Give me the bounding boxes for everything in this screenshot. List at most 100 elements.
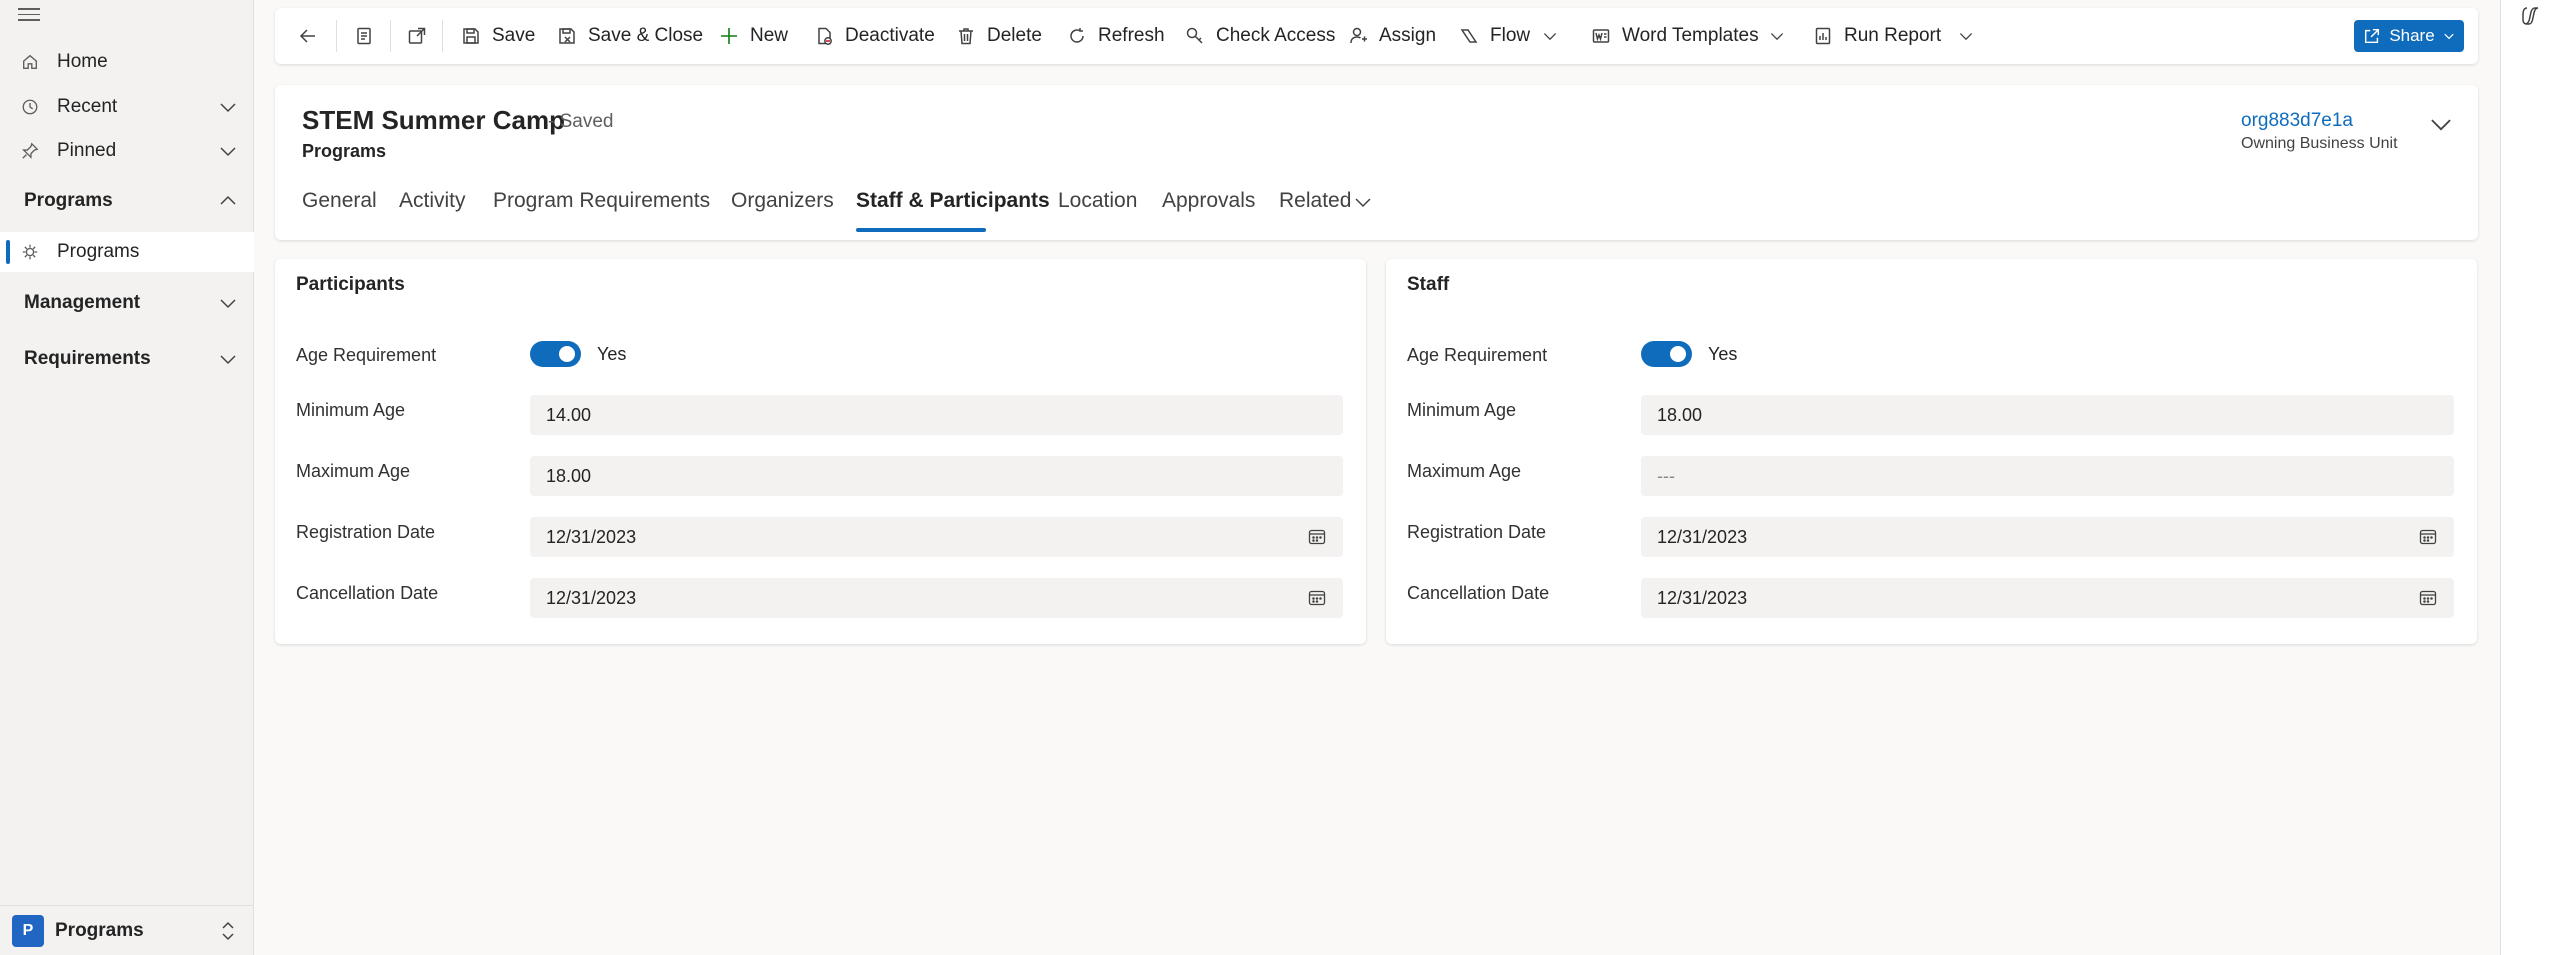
save-close-icon <box>556 25 578 47</box>
flow-button[interactable]: Flow <box>1458 8 1530 64</box>
share-label: Share <box>2389 26 2435 45</box>
tab-related[interactable]: Related <box>1279 189 1351 213</box>
chevron-down-icon[interactable] <box>1353 192 1373 212</box>
field-label: Maximum Age <box>296 461 411 481</box>
chevron-up-icon[interactable] <box>218 191 238 211</box>
registration-date-input[interactable]: 12/31/2023 <box>1641 517 2454 557</box>
area-switcher[interactable]: P Programs <box>0 905 254 955</box>
chevron-down-icon <box>1539 25 1561 47</box>
refresh-button[interactable]: Refresh <box>1066 8 1165 64</box>
open-new-window-icon <box>406 25 428 47</box>
minimum-age-input[interactable]: 18.00 <box>1641 395 2454 435</box>
run-report-label: Run Report <box>1844 25 1942 46</box>
sidebar-item-pinned[interactable]: Pinned <box>0 131 254 171</box>
flow-label: Flow <box>1490 25 1531 46</box>
save-label: Save <box>492 25 536 46</box>
copilot-icon[interactable] <box>2520 5 2542 27</box>
form-view-button[interactable] <box>353 8 375 64</box>
field-label: Minimum Age <box>1407 400 1517 420</box>
nav-group-requirements[interactable]: Requirements <box>0 339 254 379</box>
sidebar-item-label: Programs <box>57 241 140 262</box>
open-new-window-button[interactable] <box>406 8 428 64</box>
sidebar-item-recent[interactable]: Recent <box>0 87 254 127</box>
back-button[interactable] <box>297 8 319 64</box>
chevron-down-icon[interactable] <box>218 141 238 161</box>
section-title: Staff <box>1407 274 1450 295</box>
maximum-age-input[interactable]: 18.00 <box>530 456 1343 496</box>
deactivate-button[interactable]: Deactivate <box>813 8 935 64</box>
chevron-up-down-icon[interactable] <box>218 918 238 944</box>
calendar-icon[interactable] <box>2418 588 2438 608</box>
key-icon <box>1184 25 1206 47</box>
field-label: Minimum Age <box>296 400 406 420</box>
section-title: Participants <box>296 274 405 295</box>
tab-activity[interactable]: Activity <box>399 189 466 213</box>
tab-program-requirements[interactable]: Program Requirements <box>493 189 710 213</box>
chevron-down-icon[interactable] <box>2428 111 2454 137</box>
delete-button[interactable]: Delete <box>955 8 1042 64</box>
assign-button[interactable]: Assign <box>1347 8 1436 64</box>
right-rail <box>2500 0 2560 955</box>
area-badge: P <box>12 914 44 947</box>
run-report-dropdown-button[interactable] <box>1955 8 1977 64</box>
new-button[interactable]: New <box>718 8 788 64</box>
nav-group-label: Requirements <box>24 348 151 369</box>
back-arrow-icon <box>297 25 319 47</box>
field-label: Maximum Age <box>1407 461 1522 481</box>
participants-section: Participants Age Requirement Yes Minimum… <box>275 259 1366 644</box>
chevron-down-icon[interactable] <box>218 293 238 313</box>
sidebar-item-label: Pinned <box>57 140 117 161</box>
tab-approvals[interactable]: Approvals <box>1162 189 1255 213</box>
record-title: STEM Summer Camp <box>302 105 565 135</box>
run-report-button[interactable]: Run Report <box>1812 8 1941 64</box>
cancellation-date-input[interactable]: 12/31/2023 <box>1641 578 2454 618</box>
save-close-button[interactable]: Save & Close <box>556 8 703 64</box>
chevron-down-icon[interactable] <box>218 97 238 117</box>
home-icon <box>20 52 40 72</box>
field-label: Age Requirement <box>296 345 437 365</box>
tab-general[interactable]: General <box>302 189 377 213</box>
hamburger-menu-icon[interactable] <box>18 4 40 21</box>
maximum-age-input[interactable]: --- <box>1641 456 2454 496</box>
age-requirement-toggle[interactable] <box>1641 341 1692 367</box>
tab-organizers[interactable]: Organizers <box>731 189 834 213</box>
sidebar: Home Recent Pinned Programs Programs Man… <box>0 0 254 955</box>
word-templates-dropdown-button[interactable] <box>1766 8 1788 64</box>
nav-group-programs[interactable]: Programs <box>0 181 254 221</box>
flow-dropdown-button[interactable] <box>1539 8 1561 64</box>
calendar-icon[interactable] <box>1307 527 1327 547</box>
nav-group-label: Management <box>24 292 141 313</box>
pin-icon <box>20 141 40 161</box>
field-label: Cancellation Date <box>1407 583 1550 603</box>
check-access-button[interactable]: Check Access <box>1184 8 1335 64</box>
field-label: Age Requirement <box>1407 345 1548 365</box>
clock-icon <box>20 97 40 117</box>
document-icon <box>353 25 375 47</box>
nav-group-management[interactable]: Management <box>0 283 254 323</box>
chevron-down-icon[interactable] <box>218 349 238 369</box>
toggle-value: Yes <box>597 344 627 364</box>
refresh-icon <box>1066 25 1088 47</box>
field-value: 12/31/2023 <box>1657 587 1748 608</box>
save-button[interactable]: Save <box>460 8 535 64</box>
minimum-age-input[interactable]: 14.00 <box>530 395 1343 435</box>
field-label: Registration Date <box>1407 522 1547 542</box>
cancellation-date-input[interactable]: 12/31/2023 <box>530 578 1343 618</box>
calendar-icon[interactable] <box>2418 527 2438 547</box>
program-icon <box>20 242 40 262</box>
owning-business-unit-link[interactable]: org883d7e1a <box>2241 110 2353 132</box>
sidebar-item-programs[interactable]: Programs <box>0 232 254 272</box>
chevron-down-icon <box>2443 30 2455 42</box>
share-button[interactable]: Share <box>2354 20 2464 52</box>
plus-icon <box>718 25 740 47</box>
calendar-icon[interactable] <box>1307 588 1327 608</box>
sidebar-item-home[interactable]: Home <box>0 42 254 82</box>
share-icon <box>2363 27 2381 45</box>
area-label: Programs <box>55 919 144 941</box>
tab-staff-participants[interactable]: Staff & Participants <box>856 189 1050 213</box>
word-templates-button[interactable]: Word Templates <box>1590 8 1759 64</box>
tab-location[interactable]: Location <box>1058 189 1137 213</box>
age-requirement-toggle[interactable] <box>530 341 581 367</box>
registration-date-input[interactable]: 12/31/2023 <box>530 517 1343 557</box>
field-value: 18.00 <box>1657 404 1703 425</box>
